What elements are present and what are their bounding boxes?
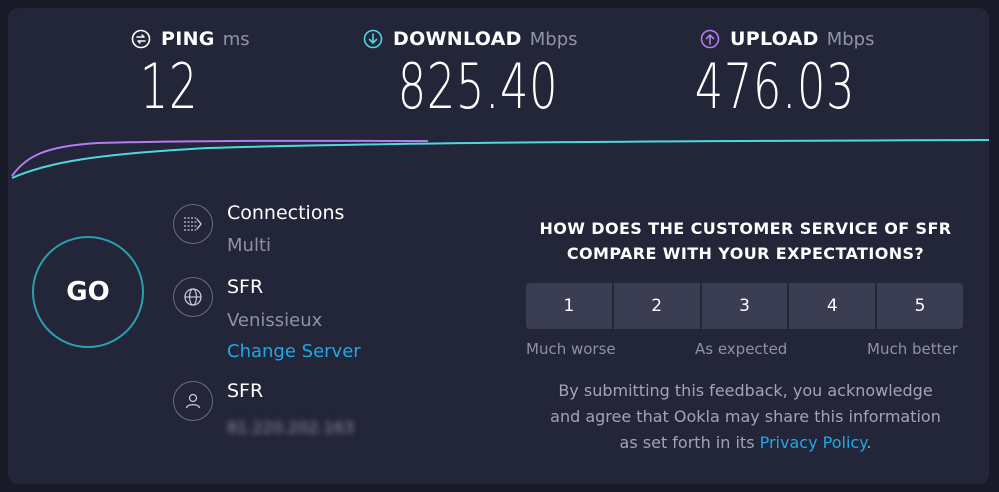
disclaimer-line3-prefix: as set forth in its — [619, 433, 760, 452]
survey-question-line2: COMPARE WITH YOUR EXPECTATIONS? — [566, 244, 925, 263]
feedback-disclaimer: By submitting this feedback, you acknowl… — [518, 378, 973, 456]
download-label: DOWNLOAD — [393, 28, 522, 50]
ping-value: 12 — [139, 50, 199, 123]
disclaimer-line3-suffix: . — [866, 433, 872, 452]
rating-high-label: Much better — [867, 340, 958, 358]
rating-option-2[interactable]: 2 — [613, 283, 700, 329]
speed-graph — [11, 139, 989, 179]
ip-address: 81.220.202.163 — [227, 418, 355, 437]
ping-icon — [131, 29, 151, 49]
rating-option-5[interactable]: 5 — [877, 283, 963, 329]
privacy-policy-link[interactable]: Privacy Policy — [760, 433, 867, 452]
rating-option-3[interactable]: 3 — [701, 283, 788, 329]
download-arrow-icon — [363, 29, 383, 49]
disclaimer-line2: and agree that Ookla may share this info… — [550, 407, 941, 426]
globe-icon — [173, 277, 213, 317]
download-metric: DOWNLOAD Mbps 825.40 — [363, 26, 593, 122]
upload-unit: Mbps — [826, 28, 875, 50]
disclaimer-line3: as set forth in its Privacy Policy. — [518, 430, 973, 456]
disclaimer-line1: By submitting this feedback, you acknowl… — [558, 381, 933, 400]
survey-question: HOW DOES THE CUSTOMER SERVICE OF SFR COM… — [518, 216, 973, 266]
server-location: Venissieux — [227, 310, 323, 331]
rating-scale: 1 2 3 4 5 — [526, 283, 963, 329]
survey-question-line1: HOW DOES THE CUSTOMER SERVICE OF SFR — [539, 219, 952, 238]
rating-low-label: Much worse — [526, 340, 616, 358]
change-server-link[interactable]: Change Server — [227, 341, 361, 362]
connections-value: Multi — [227, 235, 271, 256]
rating-option-1[interactable]: 1 — [526, 283, 612, 329]
speedtest-result-card: PING ms 12 DOWNLOAD Mbps 825.40 UPLOAD M… — [8, 8, 989, 484]
ping-metric: PING ms 12 — [131, 26, 250, 122]
ping-label: PING — [161, 28, 215, 50]
go-button[interactable]: GO — [32, 236, 144, 348]
download-value: 825.40 — [397, 50, 559, 123]
connections-icon — [173, 204, 213, 244]
isp-name: SFR — [227, 380, 264, 402]
rating-option-4[interactable]: 4 — [789, 283, 876, 329]
connections-title: Connections — [227, 202, 345, 224]
upload-arrow-icon — [700, 29, 720, 49]
user-icon — [173, 381, 213, 421]
rating-mid-label: As expected — [695, 340, 788, 358]
ping-unit: ms — [222, 28, 250, 50]
upload-label: UPLOAD — [730, 28, 819, 50]
upload-curve — [11, 139, 429, 177]
server-name: SFR — [227, 276, 264, 298]
upload-value: 476.03 — [694, 50, 856, 123]
download-unit: Mbps — [529, 28, 578, 50]
upload-metric: UPLOAD Mbps 476.03 — [695, 26, 890, 122]
download-curve — [11, 139, 989, 179]
